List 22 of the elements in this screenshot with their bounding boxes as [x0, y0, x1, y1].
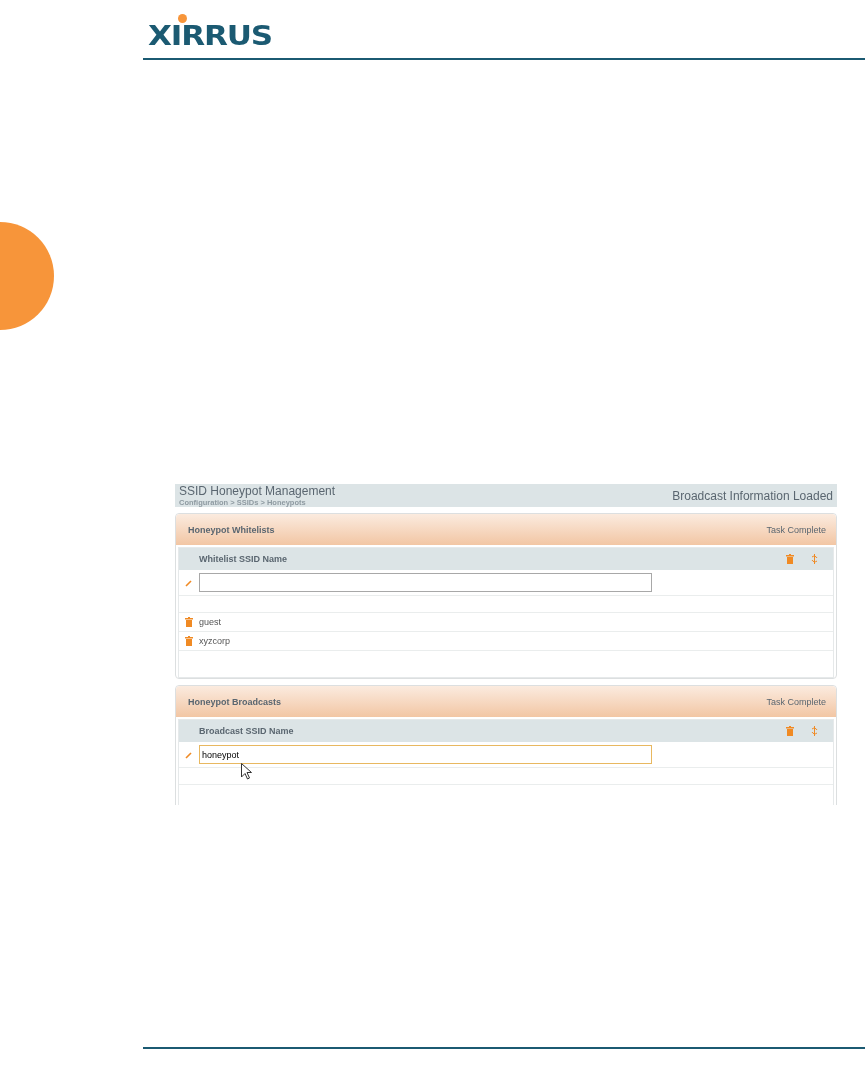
status-text: Broadcast Information Loaded [672, 488, 833, 503]
delete-icon[interactable] [185, 636, 193, 646]
section-status: Task Complete [766, 696, 826, 707]
section-status: Task Complete [766, 524, 826, 535]
table-cell-text: guest [199, 617, 223, 627]
section-title: Honeypot Whitelists [188, 524, 275, 535]
logo-dot [178, 14, 187, 23]
section-title: Honeypot Broadcasts [188, 696, 282, 707]
page-title: SSID Honeypot Management [179, 484, 336, 498]
delete-icon[interactable] [185, 617, 193, 627]
delete-icon[interactable] [786, 554, 794, 564]
table-cell-text: xyzcorp [199, 636, 231, 646]
refresh-icon[interactable] [810, 554, 819, 564]
refresh-icon[interactable] [810, 726, 819, 736]
pencil-icon[interactable] [185, 750, 193, 759]
ssid-input[interactable] [199, 573, 652, 592]
column-title: Broadcast SSID Name [199, 726, 295, 736]
pencil-icon[interactable] [185, 578, 193, 587]
ssid-input[interactable]: honeypot [199, 745, 652, 764]
logo: XIRRUS [148, 22, 272, 49]
column-title: Whitelist SSID Name [199, 554, 289, 564]
delete-icon[interactable] [786, 726, 794, 736]
